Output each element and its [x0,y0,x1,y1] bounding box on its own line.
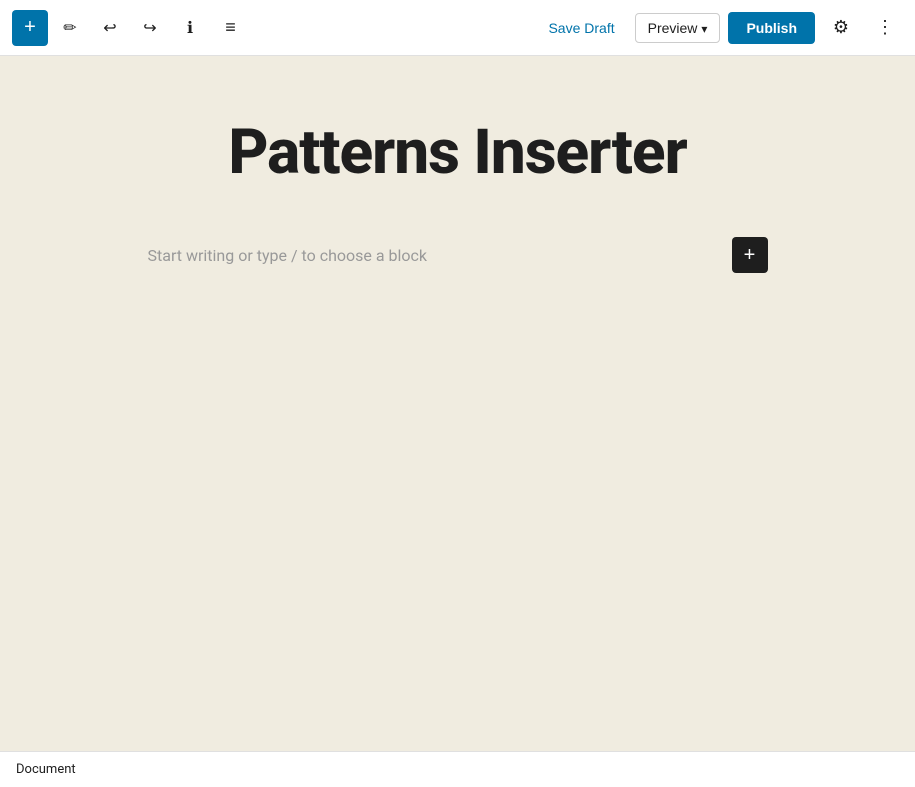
toolbar-right: Save Draft Preview Publish [536,10,903,46]
gear-icon [833,17,849,38]
editor-area: Patterns Inserter Start writing or type … [0,56,915,751]
redo-button[interactable] [132,10,168,46]
undo-icon [103,17,116,38]
settings-button[interactable] [823,10,859,46]
edit-icon [63,17,76,38]
undo-button[interactable] [92,10,128,46]
edit-button[interactable] [52,10,88,46]
toolbar: + Save Draft Preview Publish [0,0,915,56]
more-options-button[interactable] [867,10,903,46]
info-button[interactable] [172,10,208,46]
plus-icon: + [24,16,36,39]
editor-placeholder[interactable]: Start writing or type / to choose a bloc… [148,246,732,265]
document-label: Document [16,762,76,777]
page-title[interactable]: Patterns Inserter [228,116,686,189]
bottom-bar: Document [0,751,915,787]
save-draft-button[interactable]: Save Draft [536,14,626,42]
publish-button[interactable]: Publish [728,12,815,44]
toolbar-left: + [12,10,532,46]
preview-label: Preview [648,20,698,36]
preview-button[interactable]: Preview [635,13,721,43]
add-block-button[interactable]: + [12,10,48,46]
redo-icon [143,17,156,38]
more-options-icon [876,17,894,38]
list-icon [225,17,235,38]
chevron-down-icon [701,20,707,36]
list-button[interactable] [212,10,248,46]
add-block-inline-button[interactable] [732,237,768,273]
editor-block: Start writing or type / to choose a bloc… [148,237,768,273]
info-icon [187,17,193,38]
block-plus-icon [744,244,756,267]
